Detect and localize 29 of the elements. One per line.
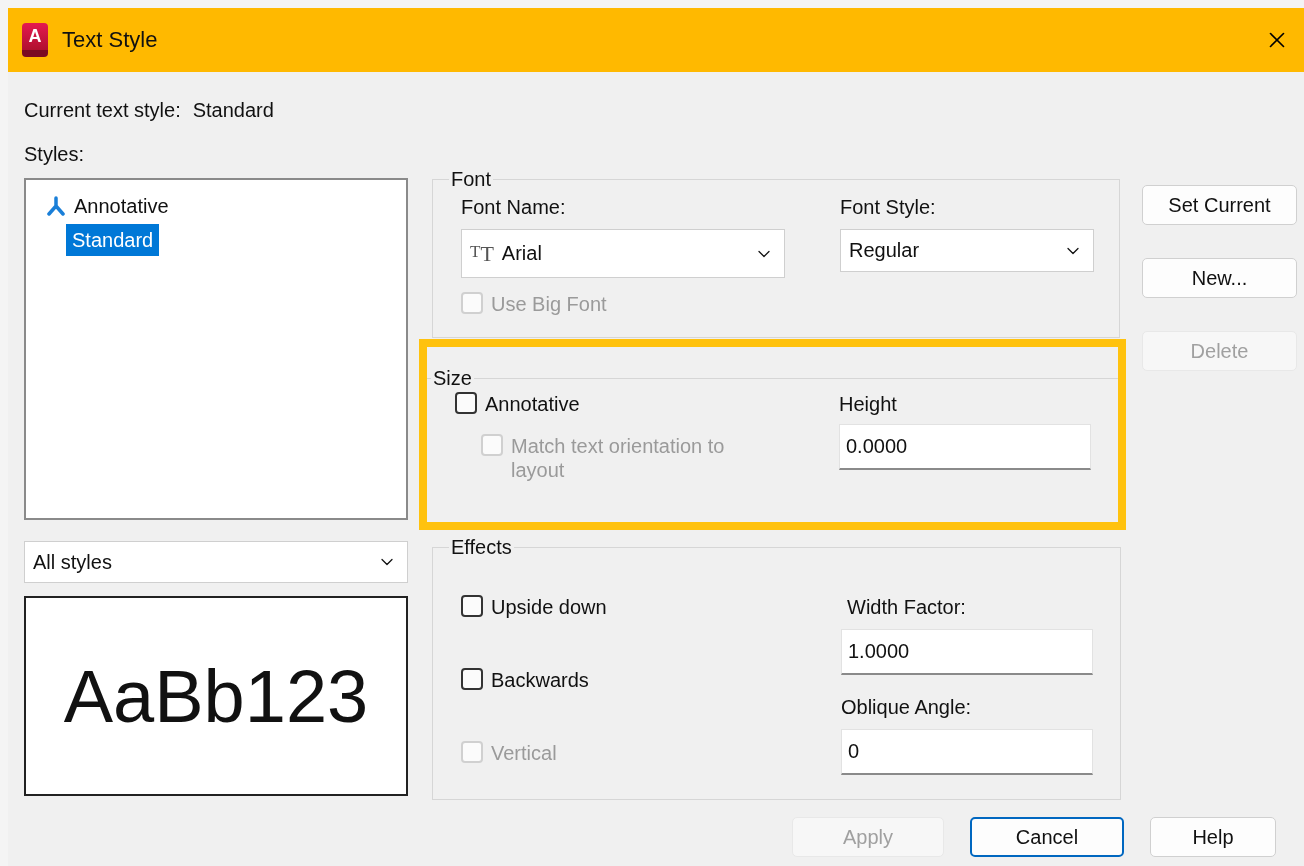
width-factor-field[interactable]: 1.0000 [841, 629, 1093, 675]
dialog-button[interactable]: Cancel [970, 817, 1124, 857]
annotative-icon [46, 196, 66, 216]
checkbox[interactable]: Backwards [461, 668, 841, 692]
group-label: Effects [450, 536, 513, 559]
group-label: Size [432, 367, 473, 390]
side-button[interactable]: New... [1142, 258, 1297, 298]
side-button[interactable]: Set Current [1142, 185, 1297, 225]
app-icon: A [22, 23, 48, 57]
height-label: Height [839, 393, 897, 415]
window-title: Text Style [62, 27, 159, 53]
font-name-label: Font Name: [461, 195, 567, 219]
current-style-value: Standard [192, 98, 274, 122]
style-item[interactable]: Standard [66, 224, 160, 256]
height-field[interactable]: 0.0000 [839, 424, 1091, 470]
style-filter-dropdown[interactable]: All styles [24, 541, 408, 583]
checkbox[interactable]: Annotative [455, 392, 839, 416]
style-preview: AaBb123 [24, 596, 408, 796]
width-factor-label: Width Factor: [847, 595, 967, 619]
oblique-angle-label: Oblique Angle: [841, 695, 973, 719]
dialog-button[interactable]: Help [1150, 817, 1276, 857]
font-style-dropdown[interactable]: Regular [840, 229, 1094, 272]
group-label: Font [450, 168, 493, 191]
style-item[interactable]: Annotative [40, 190, 175, 222]
oblique-angle-field[interactable]: 0 [841, 729, 1093, 775]
current-style-label: Current text style: [24, 98, 181, 122]
checkbox[interactable]: Upside down [461, 595, 841, 619]
font-style-label: Font Style: [840, 195, 937, 219]
styles-label: Styles: [24, 142, 86, 166]
